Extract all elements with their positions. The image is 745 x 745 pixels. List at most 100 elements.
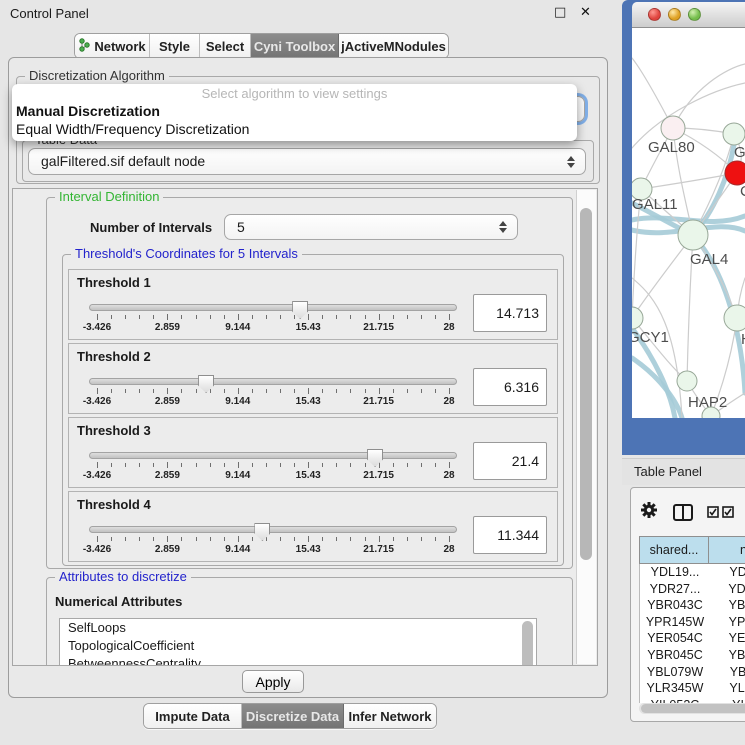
table-cell[interactable]: YER0: [710, 630, 745, 647]
number-of-intervals-combobox[interactable]: 5: [224, 214, 518, 240]
slider-tick: [308, 536, 309, 542]
discretization-algorithm-group-label: Discretization Algorithm: [25, 68, 169, 83]
table-cell[interactable]: YBL0: [710, 664, 745, 681]
minimize-window-icon[interactable]: [668, 8, 681, 21]
table-header-cell[interactable]: n: [709, 536, 745, 564]
table-cell[interactable]: YPR145W: [640, 614, 710, 631]
table-cell[interactable]: YPR1: [710, 614, 745, 631]
slider-tick: [97, 536, 98, 542]
numerical-attributes-label: Numerical Attributes: [55, 594, 182, 609]
network-node-g[interactable]: G: [723, 123, 745, 161]
network-window-titlebar[interactable]: [632, 2, 745, 28]
table-cell[interactable]: YBR043C: [640, 597, 710, 614]
network-node-c[interactable]: C: [725, 161, 745, 200]
network-canvas[interactable]: GAL80GCGAL11GAL4GCY1HHAP2: [632, 28, 745, 418]
zoom-window-icon[interactable]: [688, 8, 701, 21]
gear-icon[interactable]: [639, 500, 659, 525]
tab-impute-data[interactable]: Impute Data: [144, 704, 242, 728]
chevron-updown-icon[interactable]: [499, 219, 508, 235]
slider-scale: -3.4262.8599.14415.4321.71528: [97, 314, 449, 338]
checked-checkbox-icon[interactable]: [707, 506, 719, 518]
table-row[interactable]: YDL19...YDL1: [640, 564, 745, 581]
algorithm-option-equal-width-frequency-discretization[interactable]: Equal Width/Frequency Discretization: [16, 121, 249, 137]
table-row[interactable]: YBR045CYBR0: [640, 647, 745, 664]
apply-button[interactable]: Apply: [242, 670, 304, 693]
slider-track[interactable]: [89, 452, 457, 459]
threshold-value-field[interactable]: 21.4: [473, 442, 547, 480]
settings-scroll-area: Interval Definition Number of Intervals …: [12, 188, 598, 666]
table-cell[interactable]: YBR0: [710, 647, 745, 664]
threshold-slider[interactable]: -3.4262.8599.14415.4321.71528: [89, 446, 457, 486]
table-hscrollbar-thumb[interactable]: [641, 704, 745, 713]
table-data-combobox[interactable]: galFiltered.sif default node: [28, 148, 586, 175]
table-cell[interactable]: YBL079W: [640, 664, 710, 681]
attribute-item-selfloops[interactable]: SelfLoops: [60, 619, 536, 637]
slider-tick: [449, 314, 450, 320]
list-scrollbar[interactable]: [521, 621, 534, 666]
network-node-label: H: [741, 331, 745, 348]
slider-handle[interactable]: [367, 449, 383, 467]
tab-select[interactable]: Select: [200, 34, 251, 58]
slider-tick: [125, 537, 126, 541]
table-row[interactable]: YBR043CYBR0: [640, 597, 745, 614]
table-row[interactable]: YER054CYER0: [640, 630, 745, 647]
columns-icon[interactable]: [673, 504, 693, 521]
settings-scrollbar-thumb[interactable]: [580, 208, 592, 560]
table-body: YDL19...YDL1YDR27...YDR2YBR043CYBR0YPR14…: [639, 564, 745, 703]
threshold-value-field[interactable]: 14.713: [473, 294, 547, 332]
threshold-slider[interactable]: -3.4262.8599.14415.4321.71528: [89, 298, 457, 338]
slider-tick: [181, 537, 182, 541]
table-row[interactable]: YLR345WYLR3: [640, 680, 745, 697]
tab-infer-network[interactable]: Infer Network: [344, 704, 436, 728]
table-cell[interactable]: YLR3: [710, 680, 745, 697]
list-scrollbar-thumb[interactable]: [522, 621, 533, 666]
algorithm-option-manual-discretization[interactable]: Manual Discretization: [16, 103, 160, 119]
tab-style[interactable]: Style: [150, 34, 200, 58]
network-edge[interactable]: [673, 64, 745, 128]
slider-tick: [210, 463, 211, 467]
table-cell[interactable]: YDR27...: [640, 581, 710, 598]
slider-track[interactable]: [89, 378, 457, 385]
chevron-updown-icon[interactable]: [567, 154, 576, 170]
table-cell[interactable]: YBR0: [710, 597, 745, 614]
threshold-value-field[interactable]: 11.344: [473, 516, 547, 554]
table-cell[interactable]: YDR2: [710, 581, 745, 598]
table-header-cell[interactable]: shared...: [639, 536, 709, 564]
threshold-slider[interactable]: -3.4262.8599.14415.4321.71528: [89, 520, 457, 560]
table-cell[interactable]: YER054C: [640, 630, 710, 647]
table-hscrollbar[interactable]: [639, 703, 745, 714]
table-row[interactable]: YPR145WYPR1: [640, 614, 745, 631]
table-cell[interactable]: YBR045C: [640, 647, 710, 664]
tab-discretize-data[interactable]: Discretize Data: [242, 704, 344, 728]
network-node-gal11[interactable]: GAL11: [632, 178, 678, 213]
slider-handle[interactable]: [254, 523, 270, 541]
slider-tick: [125, 315, 126, 319]
table-row[interactable]: YDR27...YDR2: [640, 581, 745, 598]
numerical-attributes-list[interactable]: SelfLoopsTopologicalCoefficientBetweenne…: [59, 618, 537, 666]
slider-tick: [350, 315, 351, 319]
threshold-slider[interactable]: -3.4262.8599.14415.4321.71528: [89, 372, 457, 412]
slider-track[interactable]: [89, 304, 457, 311]
settings-scrollbar[interactable]: [576, 190, 596, 664]
slider-tick: [167, 536, 168, 542]
tab-jactivemnodules[interactable]: jActiveMNodules: [339, 34, 448, 58]
checked-checkbox-icon[interactable]: [722, 506, 734, 518]
attribute-item-topologicalcoefficient[interactable]: TopologicalCoefficient: [60, 637, 536, 655]
slider-tick: [111, 315, 112, 319]
table-cell[interactable]: YDL19...: [640, 564, 710, 581]
slider-track[interactable]: [89, 526, 457, 533]
network-node-h[interactable]: H: [724, 305, 745, 348]
close-panel-icon[interactable]: ✕: [580, 5, 591, 20]
network-node-gcy1[interactable]: GCY1: [632, 307, 669, 346]
threshold-value-field[interactable]: 6.316: [473, 368, 547, 406]
attribute-item-betweennesscentrality[interactable]: BetweennessCentrality: [60, 655, 536, 666]
table-cell[interactable]: YDL1: [710, 564, 745, 581]
table-row[interactable]: YBL079WYBL0: [640, 664, 745, 681]
slider-handle[interactable]: [198, 375, 214, 393]
tab-cyni-toolbox[interactable]: Cyni Toolbox: [251, 34, 339, 58]
table-cell[interactable]: YLR345W: [640, 680, 710, 697]
slider-tick: [252, 315, 253, 319]
tab-network[interactable]: Network: [75, 34, 150, 58]
float-window-icon[interactable]: □: [554, 5, 566, 20]
close-window-icon[interactable]: [648, 8, 661, 21]
